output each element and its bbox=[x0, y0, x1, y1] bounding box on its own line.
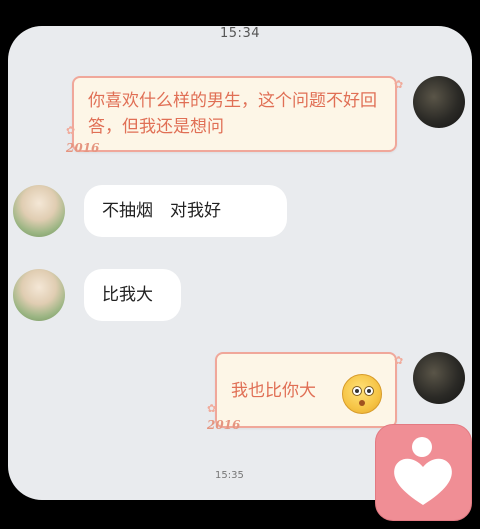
status-time: 15:34 bbox=[220, 26, 260, 41]
flower-icon: ✿ bbox=[394, 354, 404, 367]
flower-icon: ✿ bbox=[66, 124, 76, 137]
heart-icon bbox=[394, 458, 452, 505]
bottom-time: 15:35 bbox=[215, 470, 244, 481]
heart-head-icon bbox=[412, 437, 432, 457]
flower-icon: ✿ bbox=[207, 402, 217, 415]
my-avatar[interactable] bbox=[413, 352, 465, 404]
message-text: 你喜欢什么样的男生，这个问题不好回答，但我还是想问 bbox=[88, 91, 377, 137]
message-text: 我也比你大 bbox=[231, 381, 316, 401]
message-text: 不抽烟 对我好 bbox=[102, 201, 221, 221]
message-text: 比我大 bbox=[102, 285, 153, 305]
contact-avatar[interactable] bbox=[13, 269, 65, 321]
heart-app-icon[interactable] bbox=[375, 424, 472, 521]
sticker-year: 2016 bbox=[207, 418, 241, 432]
message-bubble-received[interactable]: 比我大 bbox=[84, 269, 181, 321]
surprised-face-emoji bbox=[342, 374, 382, 414]
message-bubble-sent[interactable]: 你喜欢什么样的男生，这个问题不好回答，但我还是想问 bbox=[72, 76, 397, 152]
my-avatar[interactable] bbox=[413, 76, 465, 128]
sticker-year: 2016 bbox=[66, 141, 100, 155]
message-bubble-received[interactable]: 不抽烟 对我好 bbox=[84, 185, 287, 237]
flower-icon: ✿ bbox=[394, 78, 404, 91]
contact-avatar[interactable] bbox=[13, 185, 65, 237]
